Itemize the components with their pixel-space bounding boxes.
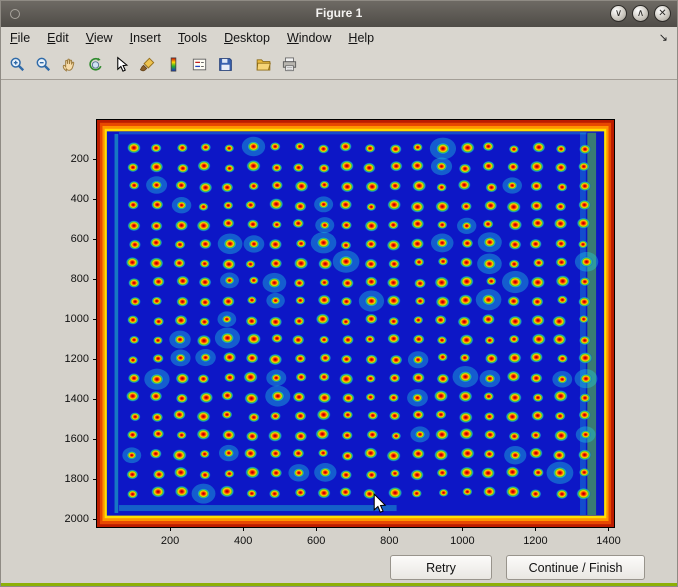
toolbar-print-figure-button[interactable] [278,53,301,76]
brush-icon [139,56,156,73]
y-tick-mark [93,159,97,160]
toolbar-insert-legend-button[interactable] [188,53,211,76]
x-tick-mark [608,527,609,531]
x-tick-mark [462,527,463,531]
menu-help[interactable]: Help [348,31,374,45]
y-tick-mark [93,519,97,520]
y-tick-mark [93,359,97,360]
y-tick-label: 800 [53,273,89,285]
y-tick-mark [93,399,97,400]
toolbar-brush-button[interactable] [136,53,159,76]
rotate-3d-icon [87,56,104,73]
continue-finish-button[interactable]: Continue / Finish [506,555,645,580]
insert-legend-icon [191,56,208,73]
toolbar-zoom-in-button[interactable] [6,53,29,76]
retry-button[interactable]: Retry [390,555,492,580]
x-tick-label: 400 [221,535,265,547]
toolbar-open-file-button[interactable] [252,53,275,76]
y-tick-mark [93,199,97,200]
y-tick-mark [93,479,97,480]
toolbar-rotate-3d-button[interactable] [84,53,107,76]
toolbar-zoom-out-button[interactable] [32,53,55,76]
titlebar[interactable]: Figure 1 ∨ ∧ ✕ [1,1,677,28]
x-tick-mark [389,527,390,531]
menu-edit[interactable]: Edit [47,31,69,45]
x-tick-mark [535,527,536,531]
toolbar-save-figure-button[interactable] [214,53,237,76]
x-tick-label: 800 [367,535,411,547]
close-button[interactable]: ✕ [654,5,671,22]
toolbar-colorbar-button[interactable] [162,53,185,76]
y-tick-mark [93,319,97,320]
maximize-button[interactable]: ∧ [632,5,649,22]
y-tick-label: 2000 [53,513,89,525]
y-tick-label: 200 [53,153,89,165]
zoom-out-icon [35,56,52,73]
window-title: Figure 1 [1,6,677,20]
menu-window[interactable]: Window [287,31,331,45]
x-tick-label: 1000 [440,535,484,547]
window-controls: ∨ ∧ ✕ [610,5,671,22]
y-tick-label: 600 [53,233,89,245]
figure-canvas: 200 400 600 800 1000 1200 1400 200 400 600 800 1000… [1,81,677,583]
figure-window: Figure 1 ∨ ∧ ✕ File Edit View Insert Tools De… [0,0,678,587]
toolbar-pan-button[interactable] [58,53,81,76]
menu-overflow-icon[interactable]: ↘ [659,31,668,44]
x-tick-mark [243,527,244,531]
y-tick-label: 1200 [53,353,89,365]
y-tick-mark [93,239,97,240]
x-tick-label: 1400 [587,535,631,547]
toolbar [1,49,677,80]
toolbar-data-cursor-button[interactable] [110,53,133,76]
mouse-cursor [373,493,387,515]
y-tick-label: 1000 [53,313,89,325]
menu-desktop[interactable]: Desktop [224,31,270,45]
y-tick-label: 1400 [53,393,89,405]
x-tick-label: 600 [294,535,338,547]
minimize-button[interactable]: ∨ [610,5,627,22]
x-tick-mark [170,527,171,531]
toolbar-separator [240,53,249,76]
zoom-in-icon [9,56,26,73]
menubar: File Edit View Insert Tools Desktop Window Help [1,27,677,49]
x-tick-label: 1200 [513,535,557,547]
menu-insert[interactable]: Insert [130,31,161,45]
menu-file[interactable]: File [10,31,30,45]
open-file-icon [255,56,272,73]
print-figure-icon [281,56,298,73]
y-tick-mark [93,439,97,440]
colorbar-icon [165,56,182,73]
y-tick-mark [93,279,97,280]
desktop-strip [1,583,677,586]
menu-tools[interactable]: Tools [178,31,207,45]
y-tick-label: 1800 [53,473,89,485]
axes: 2004006008001000120014002004006008001000… [96,119,615,528]
data-cursor-icon [113,56,130,73]
x-tick-mark [316,527,317,531]
microarray-image[interactable] [97,120,614,527]
pan-icon [61,56,78,73]
y-tick-label: 1600 [53,433,89,445]
y-tick-label: 400 [53,193,89,205]
menu-view[interactable]: View [86,31,113,45]
x-tick-label: 200 [148,535,192,547]
save-figure-icon [217,56,234,73]
